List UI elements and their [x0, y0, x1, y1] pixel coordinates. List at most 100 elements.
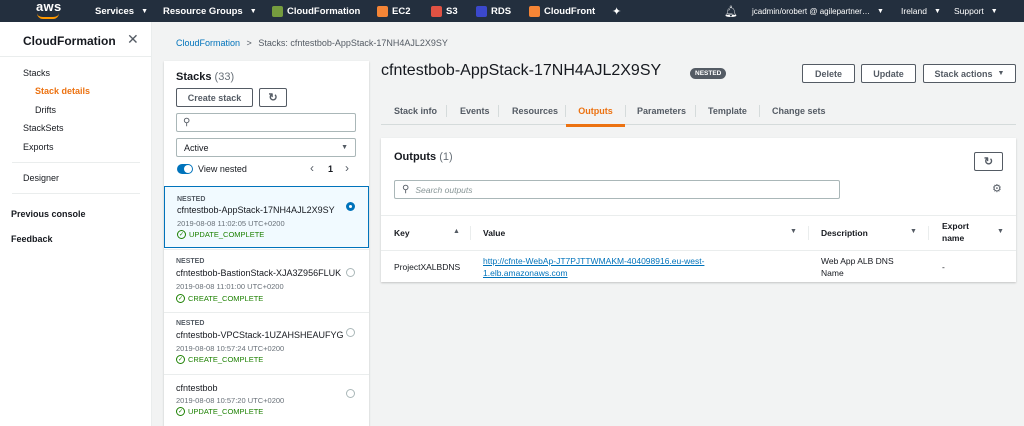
shortcut-s3[interactable]: S3 — [431, 0, 458, 22]
tab-separator — [498, 105, 499, 117]
check-circle-icon: ✓ — [177, 230, 186, 239]
resource-groups-label: Resource Groups — [163, 5, 243, 17]
tab-resources[interactable]: Resources — [512, 96, 558, 125]
refresh-icon: ↻ — [268, 92, 278, 104]
output-description-line2: Name — [821, 268, 844, 278]
sort-caret-icon[interactable]: ▼ — [910, 228, 917, 235]
create-stack-button[interactable]: Create stack — [176, 88, 253, 107]
shortcut-label: CloudFormation — [287, 5, 361, 17]
tab-stack-info[interactable]: Stack info — [394, 96, 437, 125]
chevron-down-icon: ▼ — [990, 7, 998, 15]
table-row: ProjectXALBDNS http://cfnte-WebAp-JT7PJT… — [381, 251, 1016, 282]
stack-radio[interactable] — [346, 202, 355, 211]
stack-radio[interactable] — [346, 389, 355, 398]
left-sidebar: CloudFormation ✕ Stacks Stack details Dr… — [0, 22, 152, 426]
export-header-line2: name — [942, 233, 965, 243]
outputs-title: Outputs (1) — [394, 151, 453, 163]
tab-outputs-label: Outputs — [578, 105, 613, 116]
output-description: Web App ALB DNS Name — [821, 255, 894, 279]
toggle-knob — [184, 165, 192, 173]
divider — [12, 193, 140, 194]
export-header-line1: Export — [942, 221, 969, 231]
stack-search-input[interactable]: ⚲ — [176, 113, 356, 132]
breadcrumb-root-link[interactable]: CloudFormation — [176, 38, 240, 48]
tab-separator — [695, 105, 696, 117]
delete-button[interactable]: Delete — [802, 64, 855, 83]
shortcut-ec2[interactable]: EC2 — [377, 0, 410, 22]
sidebar-item-feedback[interactable]: Feedback — [11, 234, 53, 244]
support-menu[interactable]: Support ▼ — [954, 0, 998, 22]
sidebar-item-previous-console[interactable]: Previous console — [11, 209, 86, 219]
pin-icon[interactable]: ✦ — [612, 0, 621, 22]
tab-parameters[interactable]: Parameters — [637, 96, 686, 125]
update-button[interactable]: Update — [861, 64, 916, 83]
status-filter-select[interactable]: Active ▼ — [176, 138, 356, 157]
services-menu[interactable]: Services ▼ — [95, 0, 148, 22]
nested-label: NESTED — [177, 196, 206, 203]
shortcut-cloudformation[interactable]: CloudFormation — [272, 0, 360, 22]
stack-list-item[interactable]: NESTED cfntestbob-AppStack-17NH4AJL2X9SY… — [164, 186, 369, 248]
page-title: cfntestbob-AppStack-17NH4AJL2X9SY — [381, 62, 662, 79]
services-label: Services — [95, 5, 135, 17]
stack-list-item[interactable]: NESTED cfntestbob-BastionStack-XJA3Z956F… — [164, 249, 369, 311]
sort-caret-icon[interactable]: ▼ — [790, 228, 797, 235]
tab-events[interactable]: Events — [460, 96, 490, 125]
view-nested-toggle[interactable] — [177, 164, 193, 174]
tab-template[interactable]: Template — [708, 96, 747, 125]
resource-groups-menu[interactable]: Resource Groups ▼ — [163, 0, 257, 22]
shortcut-label: RDS — [491, 5, 512, 17]
settings-gear-icon[interactable]: ⚙ — [992, 182, 1002, 195]
s3-icon — [431, 5, 442, 17]
stack-status-text: UPDATE_COMPLETE — [189, 230, 265, 239]
sort-ascending-icon[interactable]: ▲ — [453, 228, 460, 235]
column-header-export-name[interactable]: Export name — [942, 220, 969, 244]
sidebar-item-stacksets[interactable]: StackSets — [23, 123, 64, 133]
stack-name: cfntestbob-AppStack-17NH4AJL2X9SY — [177, 205, 335, 215]
column-header-key[interactable]: Key — [394, 216, 410, 250]
divider — [0, 56, 152, 57]
region-menu[interactable]: Ireland ▼ — [901, 0, 941, 22]
stack-radio[interactable] — [346, 328, 355, 337]
check-circle-icon: ✓ — [176, 355, 185, 364]
refresh-button[interactable]: ↻ — [259, 88, 287, 107]
page-number[interactable]: 1 — [328, 164, 333, 174]
output-value-link[interactable]: http://cfnte-WebAp-JT7PJTTWMAKM-40409891… — [483, 255, 704, 279]
column-header-value[interactable]: Value — [483, 216, 505, 250]
column-header-description[interactable]: Description — [821, 216, 868, 250]
search-icon: ⚲ — [183, 117, 191, 128]
shortcut-cloudfront[interactable]: CloudFront — [529, 0, 595, 22]
account-label: jcadmin/orobert @ agilepartner… — [752, 6, 870, 16]
stack-name: cfntestbob — [176, 383, 218, 393]
breadcrumb-separator: > — [246, 38, 252, 48]
stacks-panel-title: Stacks (33) — [176, 71, 234, 83]
outputs-refresh-button[interactable]: ↻ — [974, 152, 1003, 171]
breadcrumb: CloudFormation > Stacks: cfntestbob-AppS… — [176, 38, 448, 48]
refresh-icon: ↻ — [983, 156, 994, 168]
tab-outputs[interactable]: Outputs — [566, 96, 625, 127]
stack-radio[interactable] — [346, 268, 355, 277]
sidebar-item-designer[interactable]: Designer — [23, 173, 59, 183]
stack-date: 2019-08-08 10:57:24 UTC+0200 — [176, 344, 285, 353]
close-icon[interactable]: ✕ — [127, 31, 139, 48]
shortcut-label: CloudFront — [544, 5, 596, 17]
account-menu[interactable]: jcadmin/orobert @ agilepartner… ▼ — [752, 0, 884, 22]
sidebar-item-stack-details[interactable]: Stack details — [35, 86, 90, 96]
aws-logo[interactable]: aws — [36, 0, 72, 22]
shortcut-rds[interactable]: RDS — [476, 0, 511, 22]
tab-change-sets[interactable]: Change sets — [772, 96, 826, 125]
stack-list-item[interactable]: NESTED cfntestbob-VPCStack-1UZAHSHEAUFYG… — [164, 312, 369, 373]
stack-actions-button[interactable]: Stack actions ▼ — [923, 64, 1016, 83]
previous-page-icon[interactable]: ‹ — [310, 161, 314, 175]
top-navigation-bar: aws Services ▼ Resource Groups ▼ CloudFo… — [0, 0, 1024, 22]
sidebar-item-drifts[interactable]: Drifts — [35, 105, 56, 115]
outputs-search-input[interactable]: ⚲ Search outputs — [394, 180, 840, 199]
stack-list-item[interactable]: cfntestbob 2019-08-08 10:57:20 UTC+0200 … — [164, 374, 369, 426]
cloudfront-icon — [529, 5, 540, 17]
bell-icon[interactable]: 🔔︎ — [724, 0, 738, 22]
stack-status-text: CREATE_COMPLETE — [188, 294, 264, 303]
sort-caret-icon[interactable]: ▼ — [997, 228, 1004, 235]
next-page-icon[interactable]: › — [345, 161, 349, 175]
sidebar-item-stacks[interactable]: Stacks — [23, 68, 50, 78]
rds-icon — [476, 5, 487, 17]
sidebar-item-exports[interactable]: Exports — [23, 142, 54, 152]
